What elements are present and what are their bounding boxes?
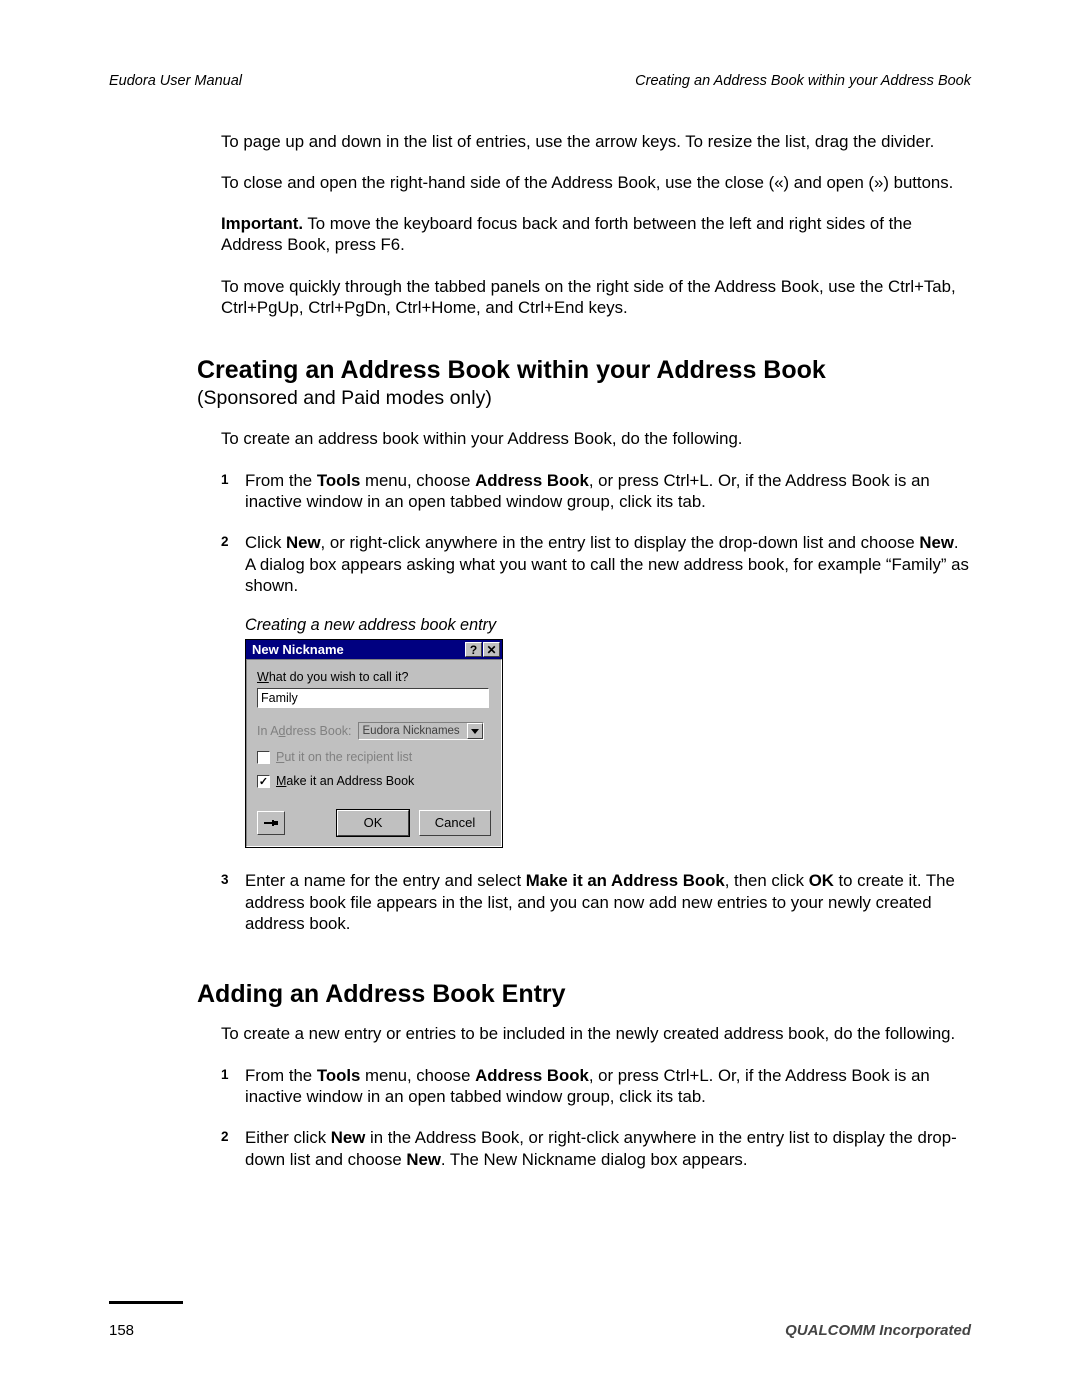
- new-nickname-dialog: New Nickname ? ✕ What do you wish to cal…: [245, 639, 503, 848]
- section1-heading: Creating an Address Book within your Add…: [197, 356, 971, 385]
- intro-para-3: Important. To move the keyboard focus ba…: [221, 213, 971, 256]
- in-address-book-row: In Address Book: Eudora Nicknames: [257, 722, 491, 740]
- recipient-label: Put it on the recipient list: [276, 750, 412, 764]
- step-text: From the Tools menu, choose Address Book…: [245, 1065, 971, 1108]
- intro-para-2: To close and open the right-hand side of…: [221, 172, 971, 193]
- intro-para-4: To move quickly through the tabbed panel…: [221, 276, 971, 319]
- important-label: Important.: [221, 214, 303, 233]
- step-text: Either click New in the Address Book, or…: [245, 1127, 971, 1170]
- step-number: 2: [221, 534, 229, 549]
- dialog-caption: Creating a new address book entry: [245, 616, 971, 635]
- dropdown-value: Eudora Nicknames: [359, 725, 467, 737]
- intro-para-3-rest: To move the keyboard focus back and fort…: [221, 214, 912, 254]
- section2-intro: To create a new entry or entries to be i…: [221, 1023, 971, 1044]
- step-number: 3: [221, 872, 229, 887]
- page-footer: 158 QUALCOMM Incorporated: [109, 1301, 971, 1339]
- pushpin-icon: [263, 816, 279, 830]
- dropdown-button[interactable]: [467, 723, 483, 739]
- section1-step-2: 2 Click New, or right-click anywhere in …: [221, 532, 971, 596]
- recipient-row: Put it on the recipient list: [257, 750, 491, 764]
- recipient-checkbox[interactable]: [257, 751, 270, 764]
- section1-steps: 1 From the Tools menu, choose Address Bo…: [221, 470, 971, 597]
- section1-step-3: 3 Enter a name for the entry and select …: [221, 870, 971, 934]
- dialog-button-row: OK Cancel: [257, 810, 491, 836]
- footer-rule: [109, 1301, 183, 1304]
- section1-intro: To create an address book within your Ad…: [221, 428, 971, 449]
- step-number: 1: [221, 472, 229, 487]
- section1-subtitle: (Sponsored and Paid modes only): [197, 387, 971, 410]
- close-icon: ✕: [486, 643, 496, 657]
- nickname-input[interactable]: Family: [257, 688, 489, 708]
- running-head-right: Creating an Address Book within your Add…: [635, 74, 971, 89]
- intro-para-1: To page up and down in the list of entri…: [221, 131, 971, 152]
- close-button[interactable]: ✕: [483, 642, 500, 657]
- address-book-dropdown[interactable]: Eudora Nicknames: [358, 722, 484, 740]
- page-number: 158: [109, 1322, 134, 1339]
- make-addressbook-row: ✓ Make it an Address Book: [257, 774, 491, 788]
- make-addressbook-label: Make it an Address Book: [276, 774, 414, 788]
- make-addressbook-checkbox[interactable]: ✓: [257, 775, 270, 788]
- step-number: 1: [221, 1067, 229, 1082]
- footer-row: 158 QUALCOMM Incorporated: [109, 1322, 971, 1339]
- section1-step-1: 1 From the Tools menu, choose Address Bo…: [221, 470, 971, 513]
- call-it-label: What do you wish to call it?: [257, 670, 491, 684]
- dialog-body: What do you wish to call it? Family In A…: [246, 659, 502, 847]
- body-column: To page up and down in the list of entri…: [221, 131, 971, 1171]
- step-text: From the Tools menu, choose Address Book…: [245, 470, 971, 513]
- pushpin-button[interactable]: [257, 811, 285, 835]
- step-text: Click New, or right-click anywhere in th…: [245, 532, 971, 596]
- dialog-title: New Nickname: [252, 642, 344, 657]
- section2-heading: Adding an Address Book Entry: [197, 980, 971, 1009]
- section2-step-2: 2 Either click New in the Address Book, …: [221, 1127, 971, 1170]
- dialog-screenshot: New Nickname ? ✕ What do you wish to cal…: [245, 639, 971, 848]
- dialog-titlebar[interactable]: New Nickname ? ✕: [246, 640, 502, 659]
- section1-steps-cont: 3 Enter a name for the entry and select …: [221, 870, 971, 934]
- manual-page: Eudora User Manual Creating an Address B…: [0, 0, 1080, 1397]
- cancel-button[interactable]: Cancel: [419, 810, 491, 836]
- section2-steps: 1 From the Tools menu, choose Address Bo…: [221, 1065, 971, 1170]
- in-address-book-label: In Address Book:: [257, 724, 352, 738]
- running-head-left: Eudora User Manual: [109, 74, 242, 89]
- step-text: Enter a name for the entry and select Ma…: [245, 870, 971, 934]
- chevron-down-icon: [471, 729, 479, 734]
- running-heads: Eudora User Manual Creating an Address B…: [109, 74, 971, 89]
- ok-button[interactable]: OK: [337, 810, 409, 836]
- step-number: 2: [221, 1129, 229, 1144]
- footer-org: QUALCOMM Incorporated: [785, 1322, 971, 1339]
- help-button[interactable]: ?: [465, 642, 482, 657]
- section2-step-1: 1 From the Tools menu, choose Address Bo…: [221, 1065, 971, 1108]
